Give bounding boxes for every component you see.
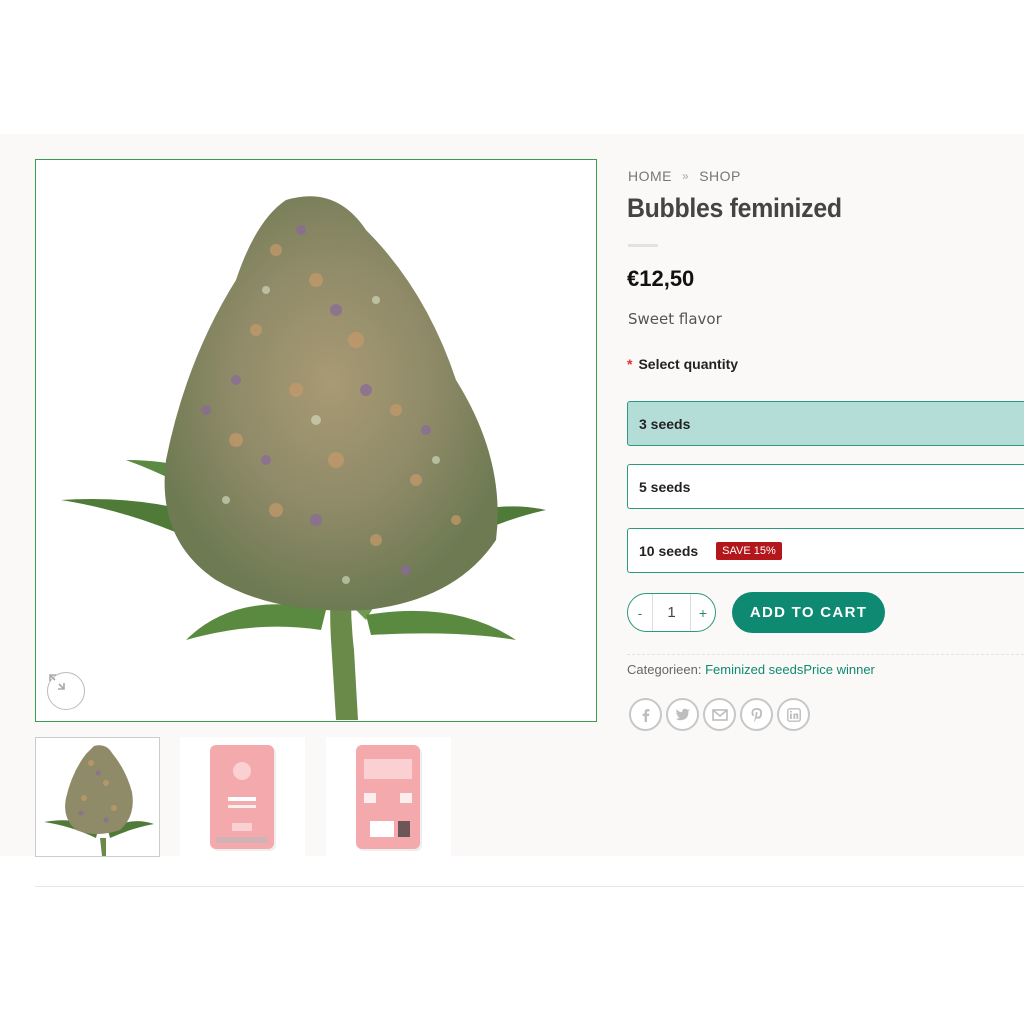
product-main-image[interactable] (35, 159, 597, 722)
thumbnail-seed-packet-back[interactable] (326, 737, 451, 857)
breadcrumb: HOME » SHOP (628, 168, 741, 184)
zoom-button[interactable] (47, 672, 85, 710)
share-twitter-button[interactable] (666, 698, 699, 731)
categories-label: Categorieen: (627, 662, 702, 677)
category-link-feminized-seeds[interactable]: Feminized seeds (705, 662, 803, 677)
breadcrumb-shop-link[interactable]: SHOP (699, 168, 741, 184)
option-label: 3 seeds (639, 415, 691, 432)
thumbnail-bud[interactable] (35, 737, 160, 857)
quantity-label: * Select quantity (627, 356, 738, 372)
required-marker: * (627, 356, 633, 372)
save-badge: SAVE 15% (716, 541, 782, 560)
add-to-cart-button[interactable]: ADD TO CART (732, 592, 885, 633)
quantity-input[interactable]: 1 (652, 594, 691, 631)
share-facebook-button[interactable] (629, 698, 662, 731)
bud-thumbnail-image (44, 745, 154, 856)
quantity-stepper: - 1 + (627, 593, 716, 632)
share-linkedin-button[interactable] (777, 698, 810, 731)
thumbnail-seed-packet-front[interactable] (180, 737, 305, 857)
seed-packet-back-image (356, 745, 422, 851)
decrease-quantity-button[interactable]: - (628, 594, 652, 631)
seed-packet-front-image (210, 745, 276, 851)
section-divider (35, 886, 1024, 887)
share-email-button[interactable] (703, 698, 736, 731)
quantity-label-text: Select quantity (638, 356, 739, 372)
breadcrumb-separator: » (682, 169, 690, 183)
pinterest-icon (751, 707, 762, 722)
expand-icon (49, 674, 65, 690)
cannabis-bud-illustration (61, 196, 546, 720)
linkedin-icon (786, 707, 801, 722)
facebook-icon (642, 708, 649, 722)
share-icons (629, 698, 810, 731)
option-label: 10 seeds (639, 542, 699, 559)
option-label: 5 seeds (639, 478, 691, 495)
quantity-option-3-seeds[interactable]: 3 seeds (627, 401, 1024, 446)
product-short-description: Sweet flavor (628, 310, 722, 328)
product-price: €12,50 (627, 266, 695, 291)
twitter-icon (675, 708, 690, 720)
category-link-price-winner[interactable]: Price winner (803, 662, 875, 677)
meta-divider (627, 654, 1024, 655)
product-categories: Categorieen: Feminized seedsPrice winner (627, 662, 875, 677)
share-pinterest-button[interactable] (740, 698, 773, 731)
quantity-option-10-seeds[interactable]: 10 seeds SAVE 15% (627, 528, 1024, 573)
breadcrumb-home-link[interactable]: HOME (628, 168, 672, 184)
quantity-option-5-seeds[interactable]: 5 seeds (627, 464, 1024, 509)
email-icon (711, 708, 728, 721)
product-title: Bubbles feminized (627, 193, 842, 223)
title-divider (628, 244, 658, 247)
